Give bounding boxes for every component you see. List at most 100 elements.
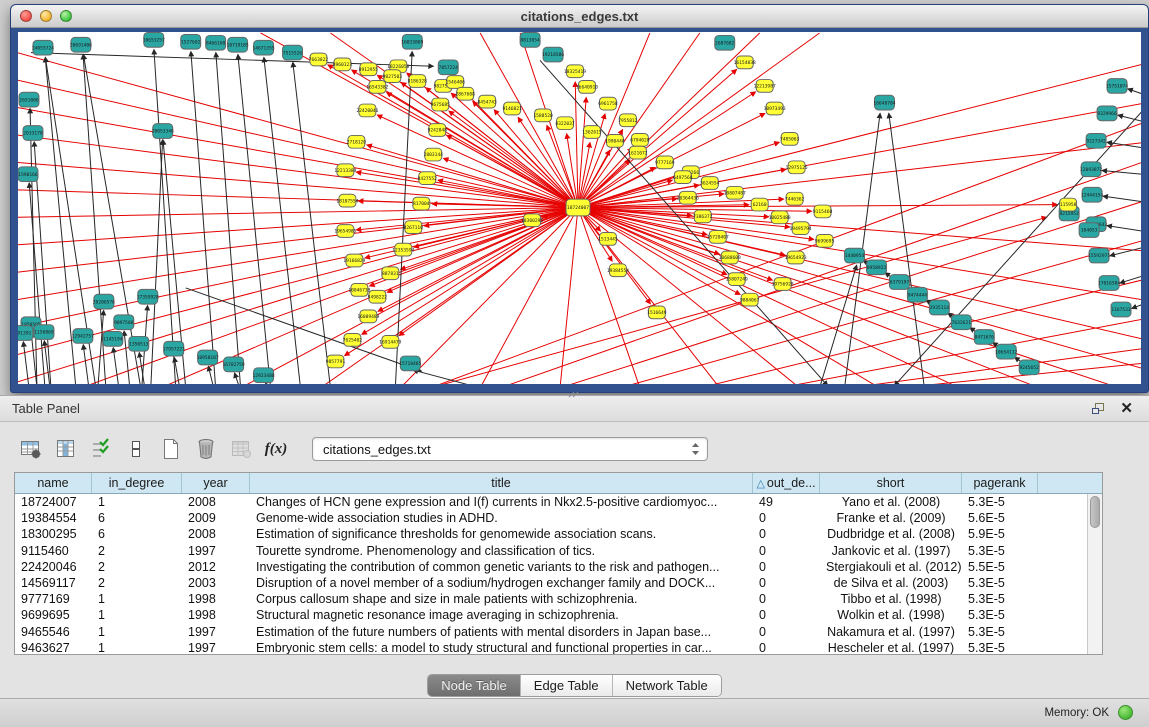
graph-node[interactable]: 17957223 [163, 341, 185, 356]
citation-edge[interactable] [1120, 276, 1141, 283]
graph-node[interactable]: 18325419 [564, 65, 586, 78]
graph-node[interactable]: 16782759 [223, 357, 245, 372]
graph-node[interactable]: 9097588 [114, 315, 134, 330]
graph-node[interactable]: 10719185 [227, 37, 249, 52]
table-row[interactable]: 969969511998Structural magnetic resonanc… [15, 607, 1087, 623]
table-settings-icon[interactable] [18, 436, 44, 462]
graph-node[interactable]: 19166829 [343, 254, 365, 267]
graph-node[interactable]: 9329966 [1097, 106, 1117, 121]
table-row[interactable]: 1872400712008Changes of HCN gene express… [15, 494, 1087, 510]
graph-node[interactable]: 1546406 [446, 76, 466, 89]
graph-node[interactable]: 9245652 [1019, 360, 1039, 375]
graph-node[interactable]: 8267110 [404, 221, 424, 234]
graph-node[interactable]: 8466160 [206, 35, 226, 50]
graph-node[interactable]: 9227342 [1086, 133, 1106, 148]
graph-node[interactable]: 15751074 [1106, 79, 1128, 94]
graph-node[interactable]: 19218586 [542, 47, 564, 62]
graph-node[interactable]: 20691406 [70, 37, 92, 52]
select-rows-icon[interactable] [88, 436, 114, 462]
graph-node[interactable]: 6497568 [673, 171, 693, 184]
graph-node[interactable]: 7386372 [693, 210, 713, 223]
graph-node[interactable]: 2867608 [456, 87, 476, 100]
graph-node[interactable]: 8454743 [477, 95, 497, 108]
graph-node[interactable]: 7515526 [283, 45, 303, 60]
graph-node[interactable]: 14671355 [253, 40, 275, 55]
graph-node[interactable]: 18107554 [336, 194, 358, 207]
graph-node[interactable]: 9884067 [740, 293, 760, 306]
graph-node[interactable]: 15720407 [707, 231, 729, 244]
graph-node[interactable]: 2651806 [19, 92, 39, 107]
graph-node[interactable]: 1167533 [1111, 302, 1131, 317]
graph-node[interactable]: 8960123 [333, 58, 353, 71]
new-table-icon[interactable] [158, 436, 184, 462]
table-row[interactable]: 977716911998Corpus callosum shape and si… [15, 591, 1087, 607]
graph-node[interactable]: 8958923 [866, 260, 886, 275]
column-header-in-degree[interactable]: in_degree [92, 473, 182, 493]
graph-node[interactable]: 20206576 [93, 294, 115, 309]
graph-node[interactable]: 8813054 [520, 32, 540, 47]
graph-node[interactable]: 12213987 [754, 80, 776, 93]
function-builder-icon[interactable]: f(x) [263, 436, 289, 462]
table-row[interactable]: 946554611997Estimation of the future num… [15, 624, 1087, 640]
delete-table-icon[interactable] [193, 436, 219, 462]
graph-node[interactable]: 9498222 [368, 290, 388, 303]
graph-node[interactable]: 20364436 [677, 191, 699, 204]
row-chooser-icon[interactable] [123, 436, 149, 462]
graph-node[interactable]: 887831 [382, 267, 399, 280]
citation-edge[interactable] [444, 158, 578, 207]
graph-node[interactable]: 16033809 [401, 34, 423, 49]
graph-node[interactable]: 12942757 [72, 329, 94, 344]
graph-node[interactable]: 1362615 [582, 126, 602, 139]
graph-node[interactable]: 8322037 [555, 117, 575, 130]
panel-resize-handle[interactable] [567, 391, 579, 398]
graph-node[interactable]: 104053 [1079, 223, 1099, 238]
graph-node[interactable]: 16640910 [576, 81, 598, 94]
citation-edge[interactable] [345, 208, 578, 356]
graph-node[interactable]: 10653257 [143, 32, 165, 47]
graph-node[interactable]: 10958187 [197, 350, 219, 365]
graph-node[interactable]: 62160 [751, 198, 768, 211]
citation-edge[interactable] [83, 345, 89, 384]
table-row[interactable]: 911546021997Tourette syndrome. Phenomeno… [15, 543, 1087, 559]
graph-node[interactable]: 7663822 [309, 53, 329, 66]
graph-node[interactable]: 2687682 [715, 35, 735, 50]
graph-node[interactable]: 3624554 [700, 177, 720, 190]
graph-node[interactable]: 16543382 [366, 81, 388, 94]
graph-node[interactable]: 19495794 [790, 222, 812, 235]
graph-node[interactable]: 12444154 [1081, 187, 1103, 202]
scrollbar-thumb[interactable] [1090, 496, 1100, 528]
graph-node[interactable]: 9827503 [383, 70, 403, 83]
graph-node[interactable]: 19756928 [772, 278, 794, 291]
graph-node[interactable]: 6794028 [630, 133, 650, 146]
graph-node[interactable]: 17359928 [137, 289, 159, 304]
citation-edge[interactable] [889, 113, 925, 384]
citation-edge[interactable] [151, 140, 163, 384]
graph-node[interactable]: 1588520 [533, 109, 553, 122]
graph-node[interactable]: 7632621 [951, 315, 971, 330]
graph-node[interactable]: 9675685 [431, 98, 451, 111]
citation-edge[interactable] [191, 52, 216, 384]
graph-node[interactable]: 10688609 [719, 251, 741, 264]
graph-node[interactable]: 18300295 [521, 214, 543, 227]
graph-node[interactable]: 8427552 [418, 172, 438, 185]
graph-node[interactable]: 7625402 [343, 334, 363, 347]
column-header-pagerank[interactable]: pagerank [962, 473, 1038, 493]
memory-status-icon[interactable] [1118, 705, 1133, 720]
graph-node[interactable]: 15592971 [1088, 248, 1110, 263]
import-table-icon[interactable] [228, 436, 254, 462]
graph-node[interactable]: 1156869 [34, 325, 54, 340]
graph-node[interactable]: 7485063 [780, 133, 800, 146]
graph-node[interactable]: 15807249 [726, 273, 748, 286]
column-header-out-de-[interactable]: △out_de... [753, 473, 820, 493]
graph-node[interactable]: 12923488 [253, 368, 275, 383]
column-header-year[interactable]: year [182, 473, 250, 493]
graph-node[interactable]: 8471676 [974, 330, 994, 345]
citation-edge[interactable] [154, 50, 176, 384]
citation-edge[interactable] [266, 383, 270, 384]
graph-node[interactable]: 9699695 [815, 234, 835, 247]
graph-node[interactable]: 7857224 [438, 60, 458, 75]
graph-node[interactable]: 16089489 [357, 310, 379, 323]
graph-node[interactable]: 7955812 [618, 114, 638, 127]
graph-node[interactable]: 1621072 [628, 146, 648, 159]
graph-node[interactable]: 2935114 [929, 300, 949, 315]
